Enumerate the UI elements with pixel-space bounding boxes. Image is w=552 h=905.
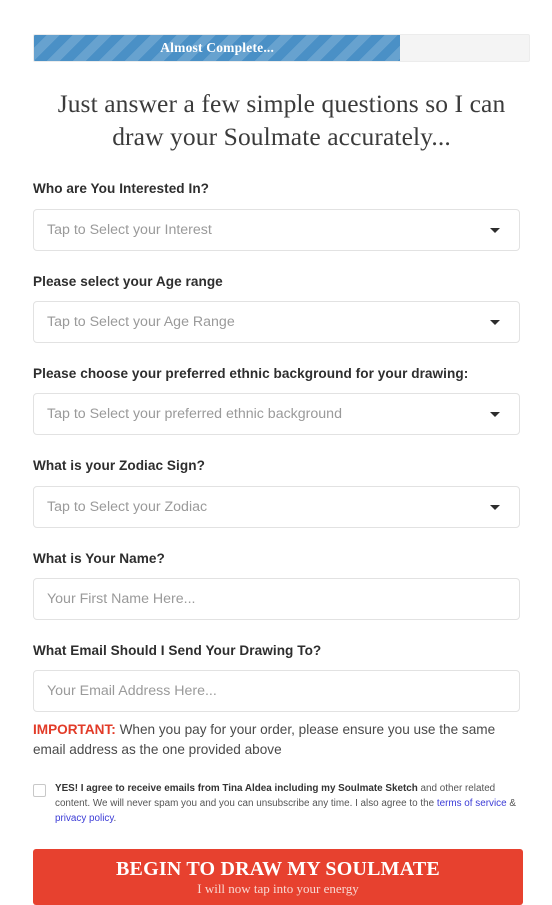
- chevron-down-icon: [490, 227, 500, 233]
- field-label-ethnic-background: Please choose your preferred ethnic back…: [33, 365, 469, 381]
- consent-strong-text: YES! I agree to receive emails from Tina…: [55, 783, 418, 795]
- consent-text: YES! I agree to receive emails from Tina…: [55, 781, 523, 826]
- privacy-policy-link[interactable]: privacy policy: [55, 813, 114, 824]
- field-age-range: Please select your Age range Tap to Sele…: [33, 274, 530, 343]
- name-input-placeholder: Your First Name Here...: [47, 590, 196, 607]
- field-label-zodiac: What is your Zodiac Sign?: [33, 458, 205, 474]
- field-label-age-range: Please select your Age range: [33, 273, 223, 289]
- field-ethnic-background: Please choose your preferred ethnic back…: [33, 365, 530, 436]
- field-zodiac: What is your Zodiac Sign? Tap to Select …: [33, 458, 530, 528]
- soulmate-quiz-page: Almost Complete... Just answer a few sim…: [0, 0, 552, 905]
- cta-main-label: BEGIN TO DRAW MY SOULMATE: [116, 858, 440, 881]
- select-interest-placeholder: Tap to Select your Interest: [47, 221, 212, 238]
- consent-trailing: .: [113, 813, 117, 825]
- field-label-interest: Who are You Interested In?: [33, 181, 210, 197]
- consent-link-joiner: &: [506, 798, 516, 810]
- email-input-wrapper[interactable]: Your Email Address Here...: [33, 670, 520, 713]
- field-label-name: What is Your Name?: [33, 550, 165, 566]
- email-input-placeholder: Your Email Address Here...: [47, 683, 217, 700]
- field-email: What Email Should I Send Your Drawing To…: [33, 642, 530, 713]
- name-input-wrapper[interactable]: Your First Name Here...: [33, 577, 520, 620]
- select-zodiac-placeholder: Tap to Select your Zodiac: [47, 498, 208, 515]
- select-interest[interactable]: Tap to Select your Interest: [33, 208, 520, 251]
- cta-sub-label: I will now tap into your energy: [197, 881, 359, 897]
- select-age-range-placeholder: Tap to Select your Age Range: [47, 313, 235, 330]
- begin-drawing-button[interactable]: BEGIN TO DRAW MY SOULMATE I will now tap…: [33, 849, 523, 905]
- chevron-down-icon: [490, 504, 500, 510]
- important-note-prefix: IMPORTANT:: [33, 722, 116, 738]
- field-interest: Who are You Interested In? Tap to Select…: [33, 181, 530, 251]
- field-label-email: What Email Should I Send Your Drawing To…: [33, 642, 322, 658]
- important-note: IMPORTANT: When you pay for your order, …: [33, 720, 513, 759]
- chevron-down-icon: [490, 412, 500, 418]
- chevron-down-icon: [490, 319, 500, 325]
- select-ethnic-background-placeholder: Tap to Select your preferred ethnic back…: [47, 406, 342, 423]
- consent-row: YES! I agree to receive emails from Tina…: [33, 781, 523, 826]
- progress-label: Almost Complete...: [160, 40, 275, 55]
- consent-checkbox[interactable]: [33, 784, 46, 798]
- page-title: Just answer a few simple questions so I …: [57, 89, 506, 151]
- progress-bar: Almost Complete...: [33, 34, 530, 62]
- progress-bar-fill: Almost Complete...: [34, 35, 401, 61]
- form-container: Almost Complete... Just answer a few sim…: [33, 0, 530, 905]
- select-ethnic-background[interactable]: Tap to Select your preferred ethnic back…: [33, 393, 520, 436]
- terms-of-service-link[interactable]: terms of service: [437, 798, 507, 809]
- select-zodiac[interactable]: Tap to Select your Zodiac: [33, 485, 520, 528]
- select-age-range[interactable]: Tap to Select your Age Range: [33, 300, 520, 343]
- field-name: What is Your Name? Your First Name Here.…: [33, 551, 530, 620]
